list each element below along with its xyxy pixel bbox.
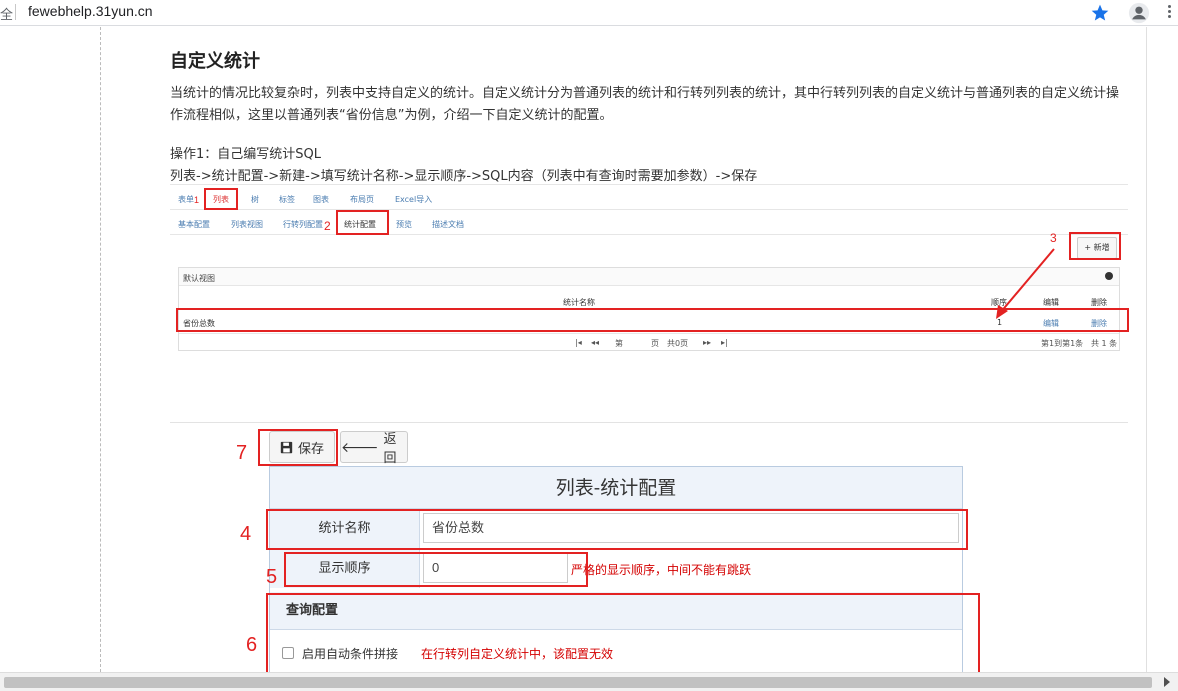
callout-box-order: [284, 552, 588, 587]
form-title: 列表-统计配置: [270, 467, 962, 509]
callout-box-stat-name: [266, 509, 968, 550]
callout-box-query: [266, 593, 980, 675]
intro-paragraph: 当统计的情况比较复杂时，列表中支持自定义的统计。自定义统计分为普通列表的统计和行…: [170, 86, 1120, 123]
callout-number-7: 7: [236, 442, 248, 464]
section-divider: [170, 422, 1128, 423]
callout-box-save: [258, 429, 338, 466]
arrow-left-icon: 🡐: [341, 439, 379, 456]
browser-menu-icon[interactable]: [1166, 5, 1172, 21]
page-right-border: [1146, 27, 1147, 672]
step-flow-text: 列表->统计配置->新建->填写统计名称->显示顺序->SQL内容（列表中有查询…: [170, 169, 758, 184]
page-title: 自定义统计: [170, 51, 260, 72]
back-label: 返回: [383, 432, 397, 466]
display-order-hint: 严格的显示顺序，中间不能有跳跃: [571, 563, 752, 577]
callout-number-6: 6: [246, 634, 258, 656]
site-info-label[interactable]: 全: [0, 4, 13, 23]
horizontal-scrollbar[interactable]: [0, 672, 1178, 691]
address-bar[interactable]: 全 fewebhelp.31yun.cn: [0, 0, 1178, 26]
scrollbar-thumb[interactable]: [4, 677, 1152, 688]
address-divider: [15, 4, 16, 20]
callout-arrow: [996, 248, 1055, 319]
step-1-text: 操作1：自己编写统计SQL: [170, 147, 321, 162]
scroll-right-arrow-icon[interactable]: [1164, 677, 1170, 687]
callout-number-5: 5: [266, 566, 278, 588]
address-url[interactable]: fewebhelp.31yun.cn: [28, 3, 153, 19]
bookmark-star-icon[interactable]: [1090, 3, 1110, 23]
callout-number-4: 4: [240, 523, 252, 545]
list-config-screenshot: 表单 列表 树 标签 图表 布局页 Excel导入 基本配置 列表视图 行转列配…: [170, 184, 1129, 364]
page-left-border: [100, 27, 101, 672]
back-button[interactable]: 🡐 返回: [340, 431, 408, 466]
account-icon[interactable]: [1128, 2, 1150, 24]
